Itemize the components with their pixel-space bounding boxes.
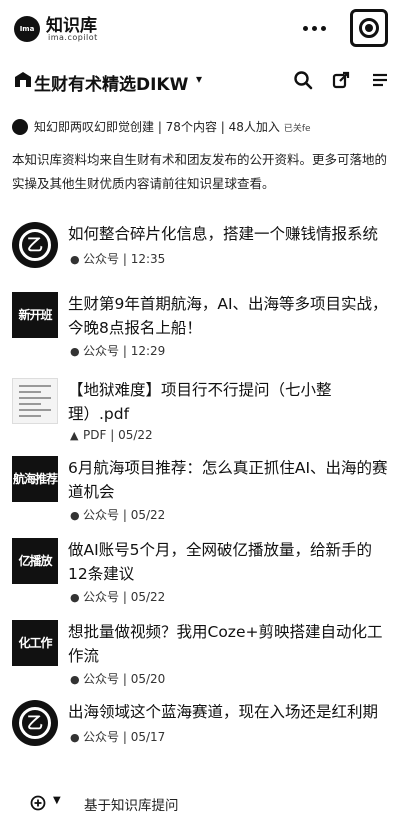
- item-meta: ● 公众号 | 05/22: [70, 588, 165, 605]
- list-item[interactable]: 航海推荐 6月航海项目推荐：怎么真正抓住AI、出海的赛道机会 ● 公众号 | 05/2…: [0, 456, 409, 526]
- meta-separator: |: [119, 252, 131, 266]
- pdf-text-line: [19, 415, 41, 417]
- item-time: 12:29: [130, 344, 166, 358]
- item-source: 公众号: [83, 590, 120, 604]
- chevron-down-icon[interactable]: ▾: [196, 72, 202, 86]
- target-dot-icon: [365, 24, 373, 32]
- item-meta: ● 公众号 | 05/20: [70, 670, 165, 687]
- chevron-down-icon[interactable]: ▼: [53, 795, 61, 806]
- wechat-icon: ●: [70, 591, 80, 604]
- wechat-icon: ●: [70, 345, 80, 358]
- dot-icon: [321, 26, 326, 31]
- knowledge-base-name[interactable]: 生财有术精选DIKW: [34, 70, 188, 95]
- item-time: 05/22: [130, 508, 166, 522]
- item-meta: ▲ PDF | 05/22: [70, 428, 153, 442]
- app-logo-icon: Ima: [14, 16, 40, 42]
- dot-icon: [312, 26, 317, 31]
- pdf-icon: ▲: [70, 429, 79, 442]
- knowledge-base-icon: [15, 72, 31, 87]
- list-item[interactable]: 新开班 生财第9年首期航海，AI、出海等多项目实战，今晚8点报名上船！ ● 公众号 |…: [0, 292, 409, 362]
- item-source: 公众号: [83, 252, 120, 266]
- wechat-icon: ●: [70, 509, 80, 522]
- ask-input[interactable]: 基于知识库提问: [84, 794, 179, 814]
- item-source: 公众号: [83, 344, 120, 358]
- item-source: 公众号: [83, 672, 120, 686]
- item-thumbnail: [12, 378, 58, 424]
- pdf-text-line: [19, 385, 51, 387]
- item-thumbnail: 亿播放: [12, 538, 58, 584]
- item-source: 公众号: [83, 730, 120, 744]
- meta-separator: |: [119, 730, 131, 744]
- pdf-text-line: [19, 409, 51, 411]
- item-time: 05/22: [118, 428, 153, 442]
- close-miniprogram-button[interactable]: [350, 9, 388, 47]
- item-title[interactable]: 如何整合碎片化信息，搭建一个赚钱情报系统: [68, 222, 390, 246]
- creator-tag: 已关fe: [283, 124, 311, 134]
- item-source: PDF: [83, 428, 107, 442]
- meta-separator: |: [119, 344, 131, 358]
- item-time: 05/20: [130, 672, 166, 686]
- list-item[interactable]: 乙如何整合碎片化信息，搭建一个赚钱情报系统 ● 公众号 | 12:35: [0, 222, 409, 292]
- more-options-button[interactable]: [301, 18, 329, 38]
- meta-separator: |: [119, 672, 131, 686]
- item-title[interactable]: 做AI账号5个月，全网破亿播放量，给新手的12条建议: [68, 538, 390, 586]
- share-icon[interactable]: [331, 70, 351, 90]
- item-meta: ● 公众号 | 05/22: [70, 506, 165, 523]
- item-time: 05/17: [130, 730, 166, 744]
- knowledge-base-header: 生财有术精选DIKW ▾: [0, 62, 409, 102]
- pdf-text-line: [19, 397, 51, 399]
- creator-line: 知幻即两叹幻即觉创建 | 78个内容 | 48人加入: [34, 120, 280, 134]
- item-thumbnail: 航海推荐: [12, 456, 58, 502]
- wechat-icon: ●: [70, 253, 80, 266]
- item-source: 公众号: [83, 508, 120, 522]
- meta-separator: |: [106, 428, 119, 442]
- item-time: 12:35: [130, 252, 166, 266]
- bottom-ask-bar[interactable]: ▼ 基于知识库提问: [0, 782, 409, 826]
- pdf-text-line: [19, 391, 41, 393]
- item-thumbnail: 乙: [12, 222, 58, 268]
- creator-info: 知幻即两叹幻即觉创建 | 78个内容 | 48人加入 已关fe: [12, 118, 402, 138]
- item-meta: ● 公众号 | 12:29: [70, 342, 165, 359]
- wechat-icon: ●: [70, 731, 80, 744]
- list-item[interactable]: 亿播放 做AI账号5个月，全网破亿播放量，给新手的12条建议 ● 公众号 | 05/2…: [0, 538, 409, 608]
- item-thumbnail: 新开班: [12, 292, 58, 338]
- item-title[interactable]: 6月航海项目推荐：怎么真正抓住AI、出海的赛道机会: [68, 456, 390, 504]
- item-meta: ● 公众号 | 05/17: [70, 728, 165, 745]
- list-item[interactable]: 化工作 想批量做视频？我用Coze+剪映搭建自动化工作流 ● 公众号 | 05/20: [0, 620, 409, 690]
- meta-separator: |: [119, 508, 131, 522]
- item-meta: ● 公众号 | 12:35: [70, 250, 165, 267]
- menu-icon[interactable]: [370, 70, 390, 90]
- top-bar: Ima 知识库 ima.copilot: [0, 0, 409, 58]
- item-thumbnail: 化工作: [12, 620, 58, 666]
- avatar: [12, 119, 28, 135]
- wechat-icon: ●: [70, 673, 80, 686]
- item-time: 05/22: [130, 590, 166, 604]
- thumbnail-glyph: 乙: [19, 229, 51, 261]
- item-thumbnail: 乙: [12, 700, 58, 746]
- list-item[interactable]: 【地狱难度】项目行不行提问（七小整理）.pdf ▲ PDF | 05/22: [0, 378, 409, 448]
- app-subtitle: ima.copilot: [48, 33, 98, 42]
- pdf-text-line: [19, 403, 41, 405]
- search-icon[interactable]: [293, 70, 313, 90]
- item-title[interactable]: 想批量做视频？我用Coze+剪映搭建自动化工作流: [68, 620, 390, 668]
- knowledge-base-description: 本知识库资料均来自生财有术和团友发布的公开资料。更多可落地的实操及其他生财优质内…: [12, 152, 388, 191]
- add-circle-icon[interactable]: [30, 795, 46, 811]
- item-title[interactable]: 生财第9年首期航海，AI、出海等多项目实战，今晚8点报名上船！: [68, 292, 390, 340]
- item-title[interactable]: 出海领域这个蓝海赛道，现在入场还是红利期: [68, 700, 390, 724]
- meta-separator: |: [119, 590, 131, 604]
- list-item[interactable]: 乙出海领域这个蓝海赛道，现在入场还是红利期 ● 公众号 | 05/17: [0, 700, 409, 770]
- dot-icon: [303, 26, 308, 31]
- item-title[interactable]: 【地狱难度】项目行不行提问（七小整理）.pdf: [68, 378, 390, 426]
- thumbnail-glyph: 乙: [19, 707, 51, 739]
